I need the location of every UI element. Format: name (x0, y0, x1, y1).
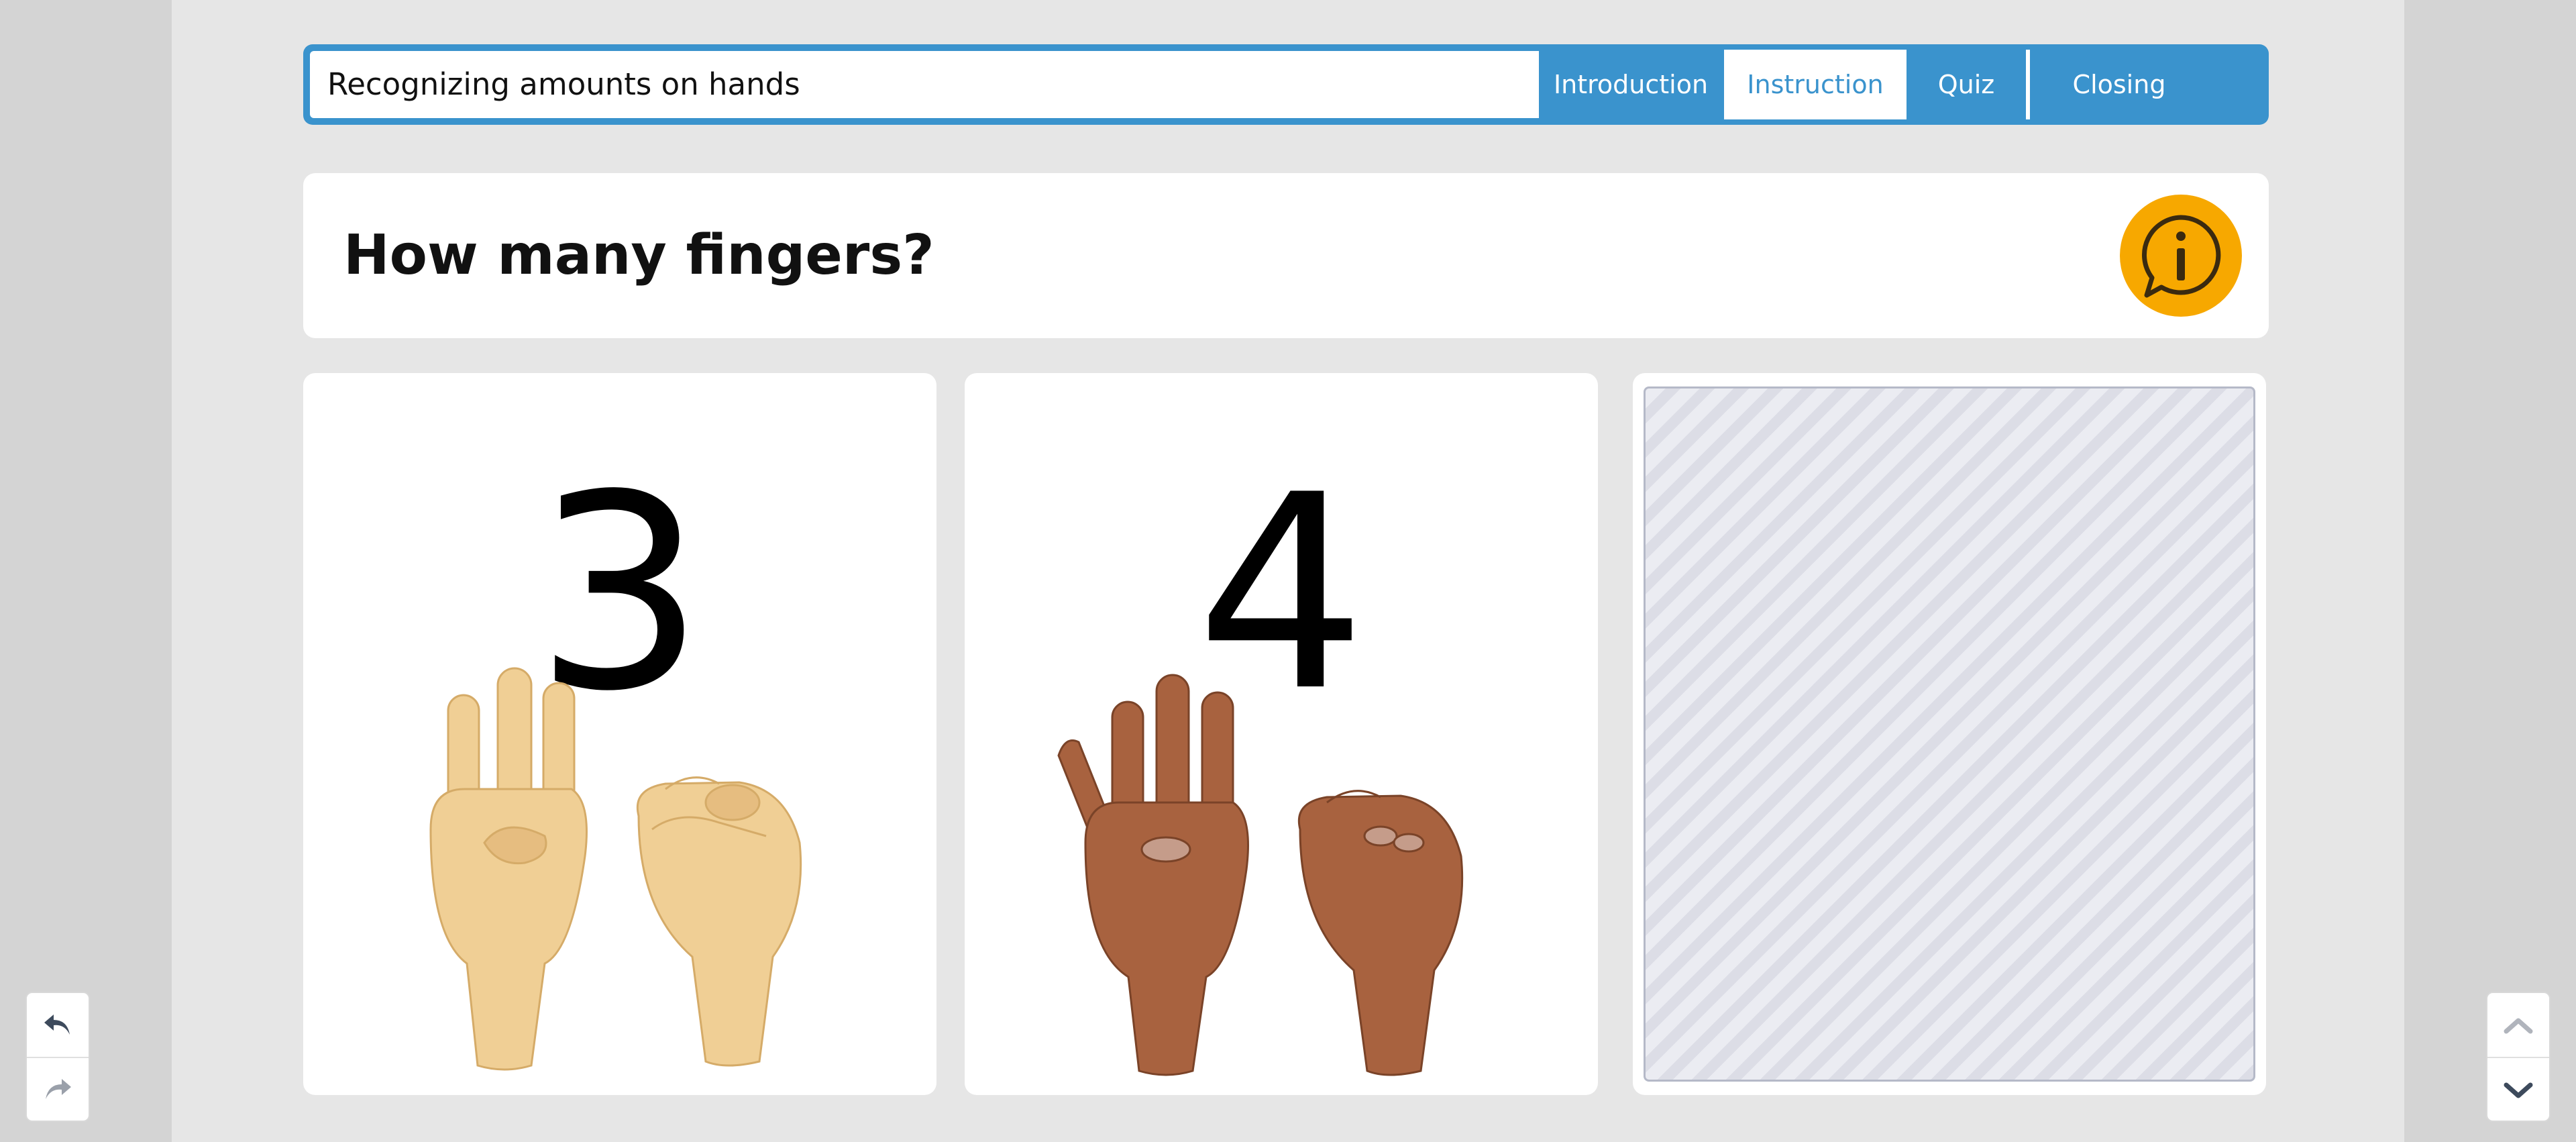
tab-quiz[interactable]: Quiz (1907, 50, 2026, 119)
redo-button[interactable] (27, 1057, 89, 1121)
info-button[interactable] (2120, 195, 2242, 317)
undo-button[interactable] (27, 993, 89, 1058)
drop-zone-striped-area[interactable] (1644, 386, 2255, 1082)
scroll-controls (2486, 992, 2551, 1122)
hands-illustration-dark (1057, 674, 1464, 1076)
chevron-up-icon (2504, 1018, 2533, 1033)
redo-icon (46, 1078, 71, 1099)
tab-introduction[interactable]: Introduction (1542, 50, 1720, 119)
answer-card-three[interactable]: 3 (303, 373, 936, 1095)
scroll-down-button[interactable] (2487, 1057, 2549, 1121)
answer-card-four[interactable]: 4 (965, 373, 1598, 1095)
info-speech-bubble-icon (2141, 215, 2221, 298)
question-text: How many fingers? (343, 223, 934, 287)
history-controls (25, 992, 90, 1122)
question-card: How many fingers? (303, 173, 2269, 338)
hands-illustration-light (429, 667, 802, 1071)
scroll-up-button[interactable] (2487, 993, 2549, 1058)
tab-instruction[interactable]: Instruction (1724, 50, 1907, 119)
answer-drop-zone[interactable] (1633, 373, 2266, 1095)
tab-closing[interactable]: Closing (2030, 50, 2208, 119)
undo-icon (44, 1014, 70, 1035)
lesson-header: Recognizing amounts on hands Introductio… (303, 44, 2269, 125)
lesson-title: Recognizing amounts on hands (310, 51, 1539, 118)
chevron-down-icon (2504, 1082, 2533, 1098)
